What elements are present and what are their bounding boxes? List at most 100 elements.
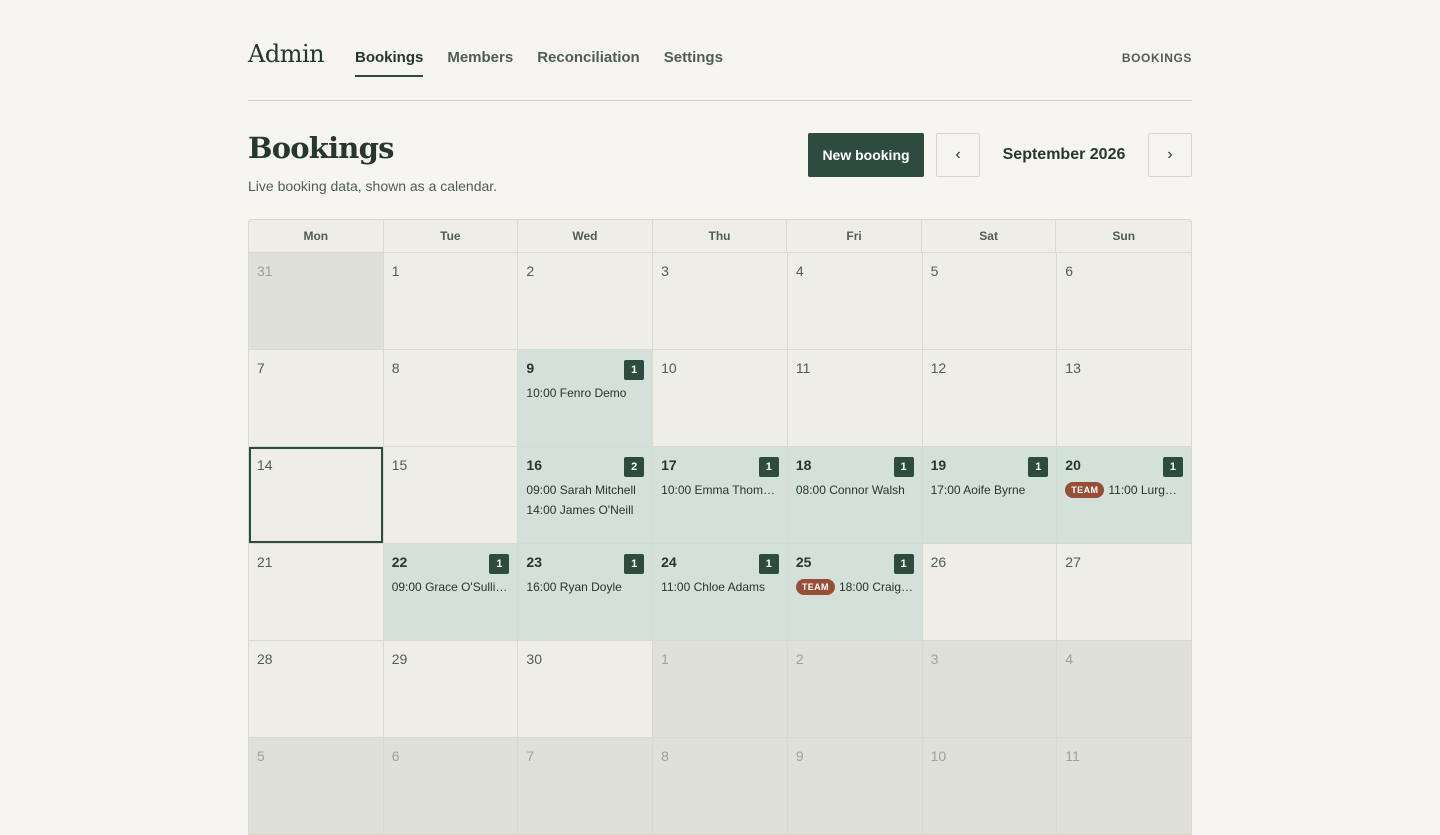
booking-event-label: 10:00 Fenro Demo [526, 386, 627, 400]
calendar-day[interactable]: 12 [922, 350, 1058, 447]
booking-event[interactable]: 11:00 Chloe Adams [661, 577, 779, 597]
day-number: 4 [1065, 651, 1074, 667]
booking-event[interactable]: TEAM 18:00 Craig… [795, 577, 914, 597]
calendar-day[interactable]: 19 1 17:00 Aoife Byrne [922, 447, 1058, 544]
new-booking-button[interactable]: New booking [808, 133, 924, 177]
booking-count-badge: 1 [893, 554, 914, 574]
booking-event[interactable]: TEAM 11:00 Lurg… [1065, 480, 1183, 500]
booking-count-badge: 1 [489, 554, 510, 574]
booking-event[interactable]: 09:00 Grace O'Sulli… [392, 577, 510, 597]
day-number: 10 [661, 360, 677, 376]
booking-count-badge: 1 [758, 457, 779, 477]
booking-event[interactable]: 09:00 Sarah Mitchell [526, 480, 644, 500]
calendar-day[interactable]: 11 [1057, 738, 1192, 835]
calendar-day[interactable]: 3 [653, 253, 788, 350]
calendar-day[interactable]: 4 [1057, 641, 1192, 738]
booking-event-label: 09:00 Sarah Mitchell [526, 483, 636, 497]
calendar-day[interactable]: 29 [383, 641, 519, 738]
event-list: 09:00 Sarah Mitchell 14:00 James O'Neill [526, 480, 644, 520]
event-list: TEAM 18:00 Craig… [795, 577, 914, 597]
prev-month-button[interactable]: ‹ [936, 133, 980, 177]
booking-event[interactable]: 10:00 Fenro Demo [526, 383, 644, 403]
calendar-day[interactable]: 4 [787, 253, 923, 350]
booking-count-badge: 1 [624, 554, 645, 574]
calendar-day[interactable]: 23 1 16:00 Ryan Doyle [518, 544, 654, 641]
calendar-day[interactable]: 16 2 09:00 Sarah Mitchell 14:00 James O'Nei… [518, 447, 654, 544]
booking-event-label: 17:00 Aoife Byrne [930, 483, 1026, 497]
calendar-day[interactable]: 18 1 08:00 Connor Walsh [787, 447, 923, 544]
calendar-day[interactable]: 7 [249, 350, 384, 447]
event-list: 10:00 Fenro Demo [526, 383, 644, 403]
calendar-day[interactable]: 17 1 10:00 Emma Thom… [653, 447, 788, 544]
team-tag: TEAM [795, 579, 835, 595]
calendar-day[interactable]: 8 [653, 738, 788, 835]
nav-item-members[interactable]: Members [447, 49, 513, 77]
calendar-day[interactable]: 6 [1057, 253, 1192, 350]
day-number: 8 [391, 360, 400, 376]
calendar-day[interactable]: 2 [787, 641, 923, 738]
day-number: 26 [930, 554, 947, 570]
booking-event[interactable]: 08:00 Connor Walsh [796, 480, 914, 500]
booking-event[interactable]: 14:00 James O'Neill [526, 500, 644, 520]
calendar-day[interactable]: 1 [653, 641, 788, 738]
weekday-label: Fri [787, 220, 922, 252]
day-number: 30 [526, 651, 542, 667]
calendar-day[interactable]: 20 1 TEAM 11:00 Lurg… [1057, 447, 1192, 544]
weekday-label: Sun [1112, 229, 1136, 243]
calendar-day[interactable]: 5 [249, 738, 384, 835]
calendar-day[interactable]: 22 1 09:00 Grace O'Sulli… [383, 544, 519, 641]
day-number: 1 [661, 651, 669, 667]
day-number: 2 [526, 263, 535, 279]
section-label: BOOKINGS [1121, 51, 1192, 65]
booking-event[interactable]: 16:00 Ryan Doyle [526, 577, 644, 597]
day-number: 29 [391, 651, 408, 667]
next-month-button[interactable]: › [1148, 133, 1192, 177]
weekday-label: Wed [518, 220, 653, 252]
event-list: 09:00 Grace O'Sulli… [392, 577, 510, 597]
calendar-day[interactable]: 15 [383, 447, 519, 544]
calendar-day[interactable]: 2 [518, 253, 654, 350]
page: Admin Bookings Members Reconciliation Se… [248, 0, 1192, 835]
calendar-day[interactable]: 3 [922, 641, 1058, 738]
booking-count-badge: 2 [624, 457, 645, 477]
booking-event[interactable]: 17:00 Aoife Byrne [931, 480, 1049, 500]
calendar-day[interactable]: 6 [383, 738, 519, 835]
calendar-day[interactable]: 1 [383, 253, 519, 350]
booking-event-label: 11:00 Chloe Adams [661, 580, 765, 594]
calendar-day-today[interactable]: 14 [249, 447, 384, 544]
brand-logo[interactable]: Admin [248, 40, 325, 68]
calendar-day[interactable]: 7 [518, 738, 654, 835]
calendar-day[interactable]: 25 1 TEAM 18:00 Craig… [787, 544, 923, 641]
calendar-day[interactable]: 11 [787, 350, 923, 447]
calendar-day[interactable]: 13 [1057, 350, 1192, 447]
nav-item-settings[interactable]: Settings [664, 49, 723, 77]
calendar-grid: 31 1 2 3 4 5 6 7 8 9 1 10:00 Fenro Demo 10 11 12 13 14 15… [248, 253, 1192, 835]
calendar-day[interactable]: 30 [518, 641, 654, 738]
calendar-day[interactable]: 10 [922, 738, 1058, 835]
calendar-day[interactable]: 9 1 10:00 Fenro Demo [518, 350, 654, 447]
booking-event-label: 10:00 Emma Thom… [661, 483, 775, 497]
day-number: 11 [795, 360, 811, 376]
booking-event-label: 08:00 Connor Walsh [795, 483, 905, 497]
page-title: Bookings [248, 131, 394, 165]
calendar-day[interactable]: 24 1 11:00 Chloe Adams [653, 544, 788, 641]
calendar-day[interactable]: 31 [249, 253, 384, 350]
booking-event-label: 16:00 Ryan Doyle [526, 580, 622, 594]
calendar-day[interactable]: 28 [249, 641, 384, 738]
calendar-day[interactable]: 8 [383, 350, 519, 447]
calendar-day[interactable]: 21 [249, 544, 384, 641]
calendar-day[interactable]: 26 [922, 544, 1058, 641]
day-number: 6 [1065, 263, 1074, 279]
nav-item-bookings[interactable]: Bookings [355, 49, 424, 77]
day-number: 10 [930, 748, 947, 764]
nav-item-reconciliation[interactable]: Reconciliation [537, 49, 640, 77]
day-number: 11 [1065, 748, 1080, 764]
main-nav: Bookings Members Reconciliation Settings [355, 49, 747, 77]
calendar-day[interactable]: 27 [1057, 544, 1192, 641]
calendar-day[interactable]: 9 [787, 738, 923, 835]
calendar-day[interactable]: 5 [922, 253, 1058, 350]
booking-count-badge: 1 [758, 554, 779, 574]
calendar-day[interactable]: 10 [653, 350, 788, 447]
booking-event[interactable]: 10:00 Emma Thom… [661, 480, 779, 500]
booking-event-label: 09:00 Grace O'Sulli… [391, 580, 508, 594]
